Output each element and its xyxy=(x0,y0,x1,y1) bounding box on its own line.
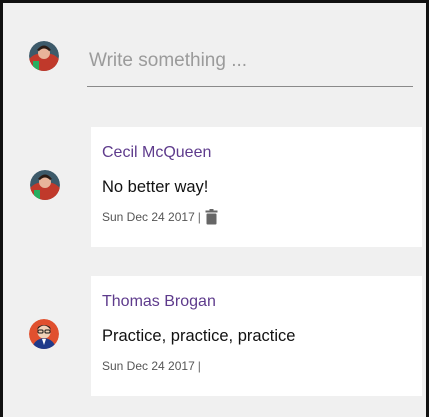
comment-card: Thomas Brogan Practice, practice, practi… xyxy=(91,276,422,396)
comment-author[interactable]: Thomas Brogan xyxy=(102,292,411,312)
comment-author[interactable]: Cecil McQueen xyxy=(102,143,411,163)
meta-separator: | xyxy=(197,359,201,373)
comment-text: Practice, practice, practice xyxy=(102,327,296,345)
comment-text: No better way! xyxy=(102,178,209,196)
compose-input[interactable] xyxy=(87,47,413,87)
commenter-avatar-icon xyxy=(29,319,59,349)
comments-panel: Cecil McQueen No better way! Sun Dec 24 … xyxy=(0,0,429,417)
commenter-avatar-icon xyxy=(30,170,60,200)
meta-separator: | xyxy=(197,210,201,224)
current-user-avatar-icon xyxy=(29,41,59,71)
comment-meta: Sun Dec 24 2017 | xyxy=(102,209,411,225)
comment-date: Sun Dec 24 2017 xyxy=(102,210,195,224)
comment-date: Sun Dec 24 2017 xyxy=(102,359,195,373)
comment-meta: Sun Dec 24 2017 | xyxy=(102,358,411,374)
delete-icon[interactable] xyxy=(205,209,218,225)
comment-card: Cecil McQueen No better way! Sun Dec 24 … xyxy=(91,127,422,247)
